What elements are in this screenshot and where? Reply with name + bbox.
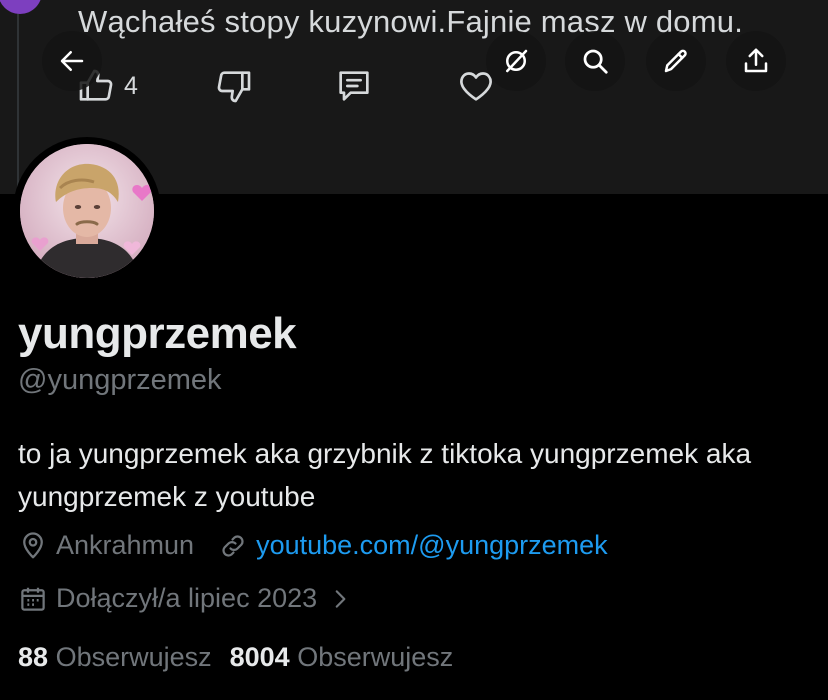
follow-stats: 88 Obserwujesz 8004 Obserwujesz	[18, 642, 453, 673]
followers-count: 8004	[229, 642, 290, 672]
back-arrow-icon	[60, 51, 84, 71]
search-icon	[583, 49, 608, 74]
link-icon	[222, 534, 244, 557]
grok-button[interactable]	[486, 31, 546, 91]
edit-button[interactable]	[646, 31, 706, 91]
followers-stat[interactable]: 8004 Obserwujesz	[230, 642, 454, 672]
share-icon	[744, 48, 768, 73]
profile-meta-row: Ankrahmun youtube.com/@yungprzemek	[18, 530, 608, 561]
following-label: Obserwujesz	[55, 642, 212, 672]
profile-joined-row[interactable]: Dołączył/a lipiec 2023	[18, 583, 361, 614]
location-pin-icon	[23, 531, 43, 558]
profile-location: Ankrahmun	[18, 530, 194, 561]
website-link[interactable]: youtube.com/@yungprzemek	[256, 530, 608, 561]
joined-text: Dołączył/a lipiec 2023	[56, 583, 318, 613]
edit-icon	[664, 49, 687, 73]
followers-label: Obserwujesz	[297, 642, 454, 672]
grok-icon	[506, 49, 528, 73]
profile-bio: to ja yungprzemek aka grzybnik z tiktoka…	[18, 438, 752, 512]
post-author-avatar	[0, 0, 42, 14]
calendar-icon	[21, 587, 45, 611]
following-count: 88	[18, 642, 49, 672]
comment-action	[334, 66, 374, 106]
avatar-photo	[20, 144, 154, 278]
thumbs-down-icon	[217, 71, 251, 103]
share-button[interactable]	[726, 31, 786, 91]
profile-handle: @yungprzemek	[18, 364, 222, 396]
profile-display-name: yungprzemek	[18, 309, 297, 358]
profile-website[interactable]: youtube.com/@yungprzemek	[218, 530, 608, 561]
like-count: 4	[124, 71, 138, 100]
thread-line	[17, 0, 19, 194]
banner-post-text: Wąchałeś stopy kuzynowi.Fajnie masz w do…	[78, 4, 744, 39]
dislike-action	[214, 66, 254, 106]
search-button[interactable]	[565, 31, 625, 91]
avatar[interactable]	[20, 144, 154, 278]
back-button[interactable]	[42, 31, 102, 91]
comment-icon	[339, 71, 369, 101]
location-text: Ankrahmun	[56, 530, 195, 560]
following-stat[interactable]: 88 Obserwujesz	[18, 642, 212, 672]
chevron-right-icon	[335, 589, 346, 608]
